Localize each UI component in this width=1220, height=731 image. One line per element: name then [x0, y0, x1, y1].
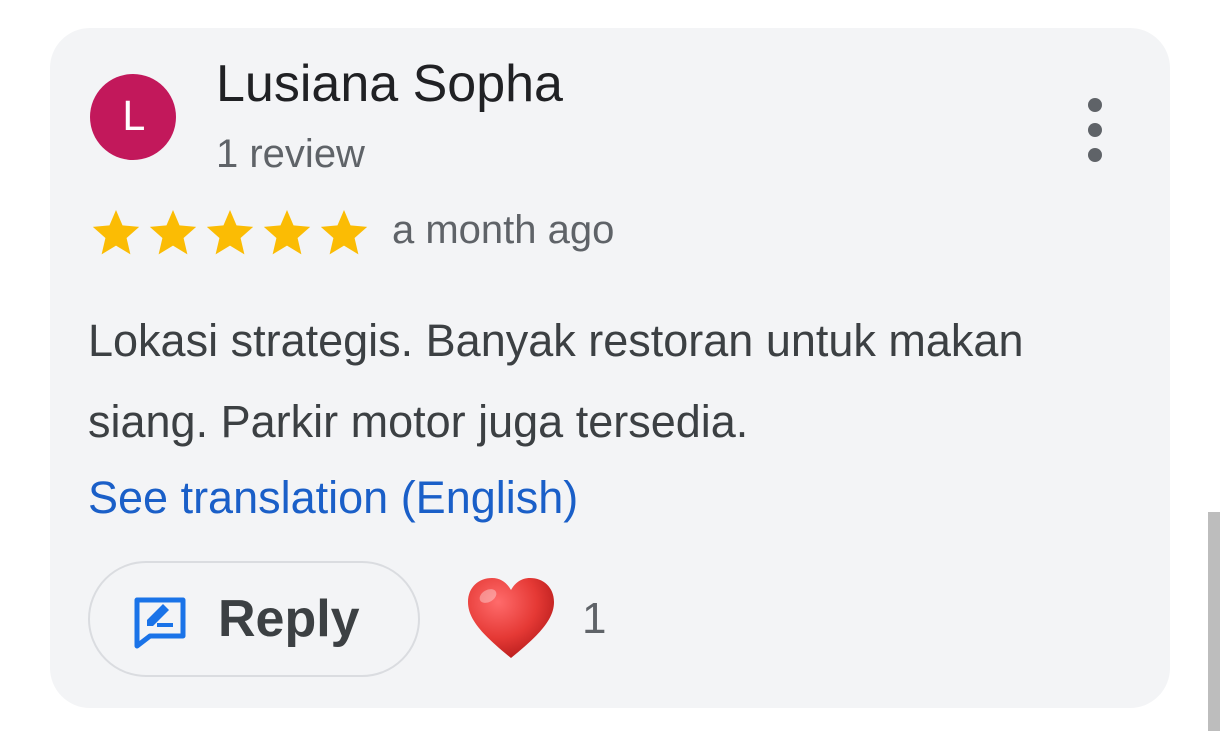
review-card: L Lusiana Sopha 1 review a month ago Lok… [50, 28, 1170, 708]
star-icon [206, 210, 254, 255]
author-review-count: 1 review [216, 132, 365, 176]
heart-icon[interactable] [464, 574, 558, 664]
review-text: Lokasi strategis. Banyak restoran untuk … [88, 315, 1024, 447]
more-vert-icon-dot [1088, 123, 1102, 137]
more-vert-icon-dot [1088, 148, 1102, 162]
star-icon [92, 210, 140, 255]
more-vert-icon [1088, 98, 1102, 112]
scrollbar[interactable] [1208, 512, 1220, 731]
author-name[interactable]: Lusiana Sopha [216, 54, 563, 114]
more-options-button[interactable] [1074, 98, 1118, 162]
avatar[interactable]: L [90, 74, 176, 160]
star-icon [263, 210, 311, 255]
reply-label: Reply [218, 590, 360, 648]
star-icon [149, 210, 197, 255]
review-time: a month ago [392, 208, 615, 252]
star-icon [320, 210, 368, 255]
like-count: 1 [582, 594, 607, 643]
reply-edit-icon [134, 597, 186, 649]
see-translation-link[interactable]: See translation (English) [88, 472, 578, 524]
star-rating [88, 206, 373, 260]
reply-button[interactable]: Reply [88, 561, 420, 677]
